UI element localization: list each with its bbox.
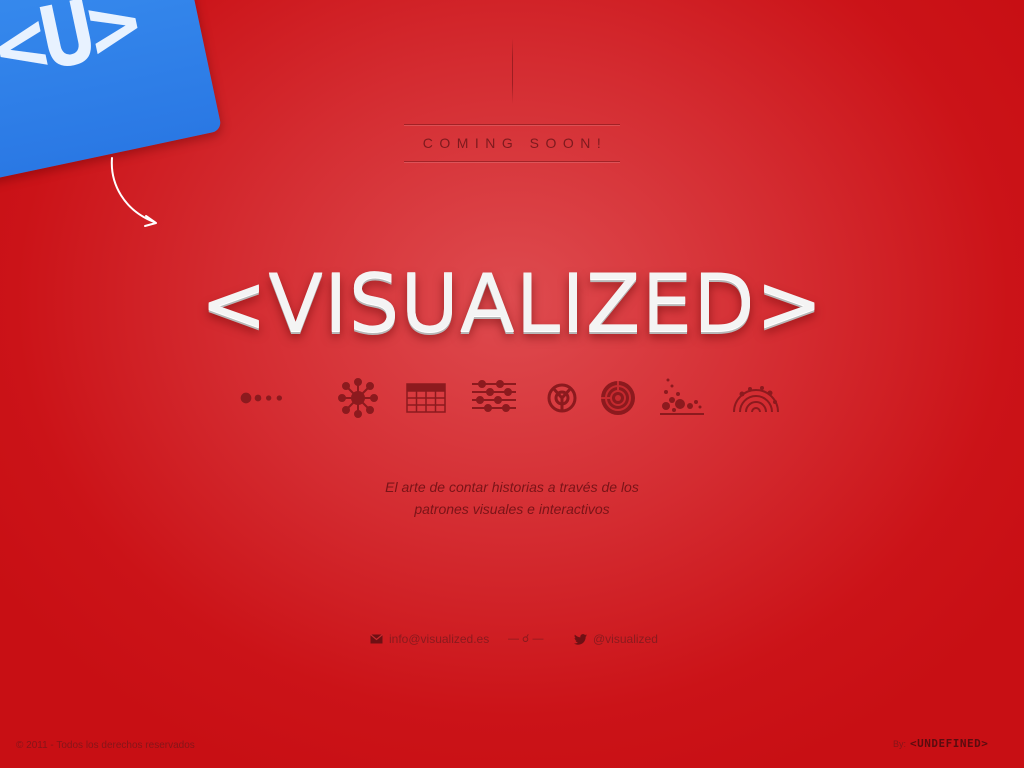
- tagline: El arte de contar historias a través de …: [0, 476, 1024, 520]
- copyright-text: © 2011 - Todos los derechos reservados: [16, 740, 195, 751]
- network-icon: [338, 378, 378, 418]
- visualization-icons: [238, 378, 788, 418]
- email-link[interactable]: info@visualized.es: [370, 632, 489, 646]
- arc-diagram-icon: [733, 386, 779, 413]
- grid-table-icon: [406, 383, 446, 413]
- sliders-icon: [472, 380, 516, 412]
- radial-icon: [547, 383, 577, 413]
- contact-bar: info@visualized.es — ☌ — @visualized: [0, 632, 1024, 650]
- twitter-handle: @visualized: [593, 632, 658, 646]
- contact-separator: — ☌ —: [508, 633, 544, 645]
- dots-scale-icon: [240, 392, 282, 404]
- site-logo: <VISUALIZED>: [200, 257, 824, 350]
- credits-link[interactable]: By: <UNDEFINED>: [893, 737, 988, 750]
- twitter-link[interactable]: @visualized: [574, 632, 658, 646]
- vertical-divider: [512, 38, 513, 104]
- bubble-scatter-icon: [660, 378, 704, 415]
- curved-arrow-icon: [110, 157, 157, 227]
- tagline-line-1: El arte de contar historias a través de …: [385, 479, 639, 495]
- mail-icon: [370, 634, 383, 644]
- by-label: By:: [893, 738, 907, 749]
- circular-target-icon: [601, 381, 635, 415]
- coming-soon-label: COMING SOON!: [404, 124, 620, 162]
- email-text: info@visualized.es: [389, 632, 490, 646]
- undefined-logo: <UNDEFINED>: [910, 737, 989, 750]
- tagline-line-2: patrones visuales e interactivos: [414, 501, 610, 517]
- twitter-bird-icon: [574, 633, 587, 645]
